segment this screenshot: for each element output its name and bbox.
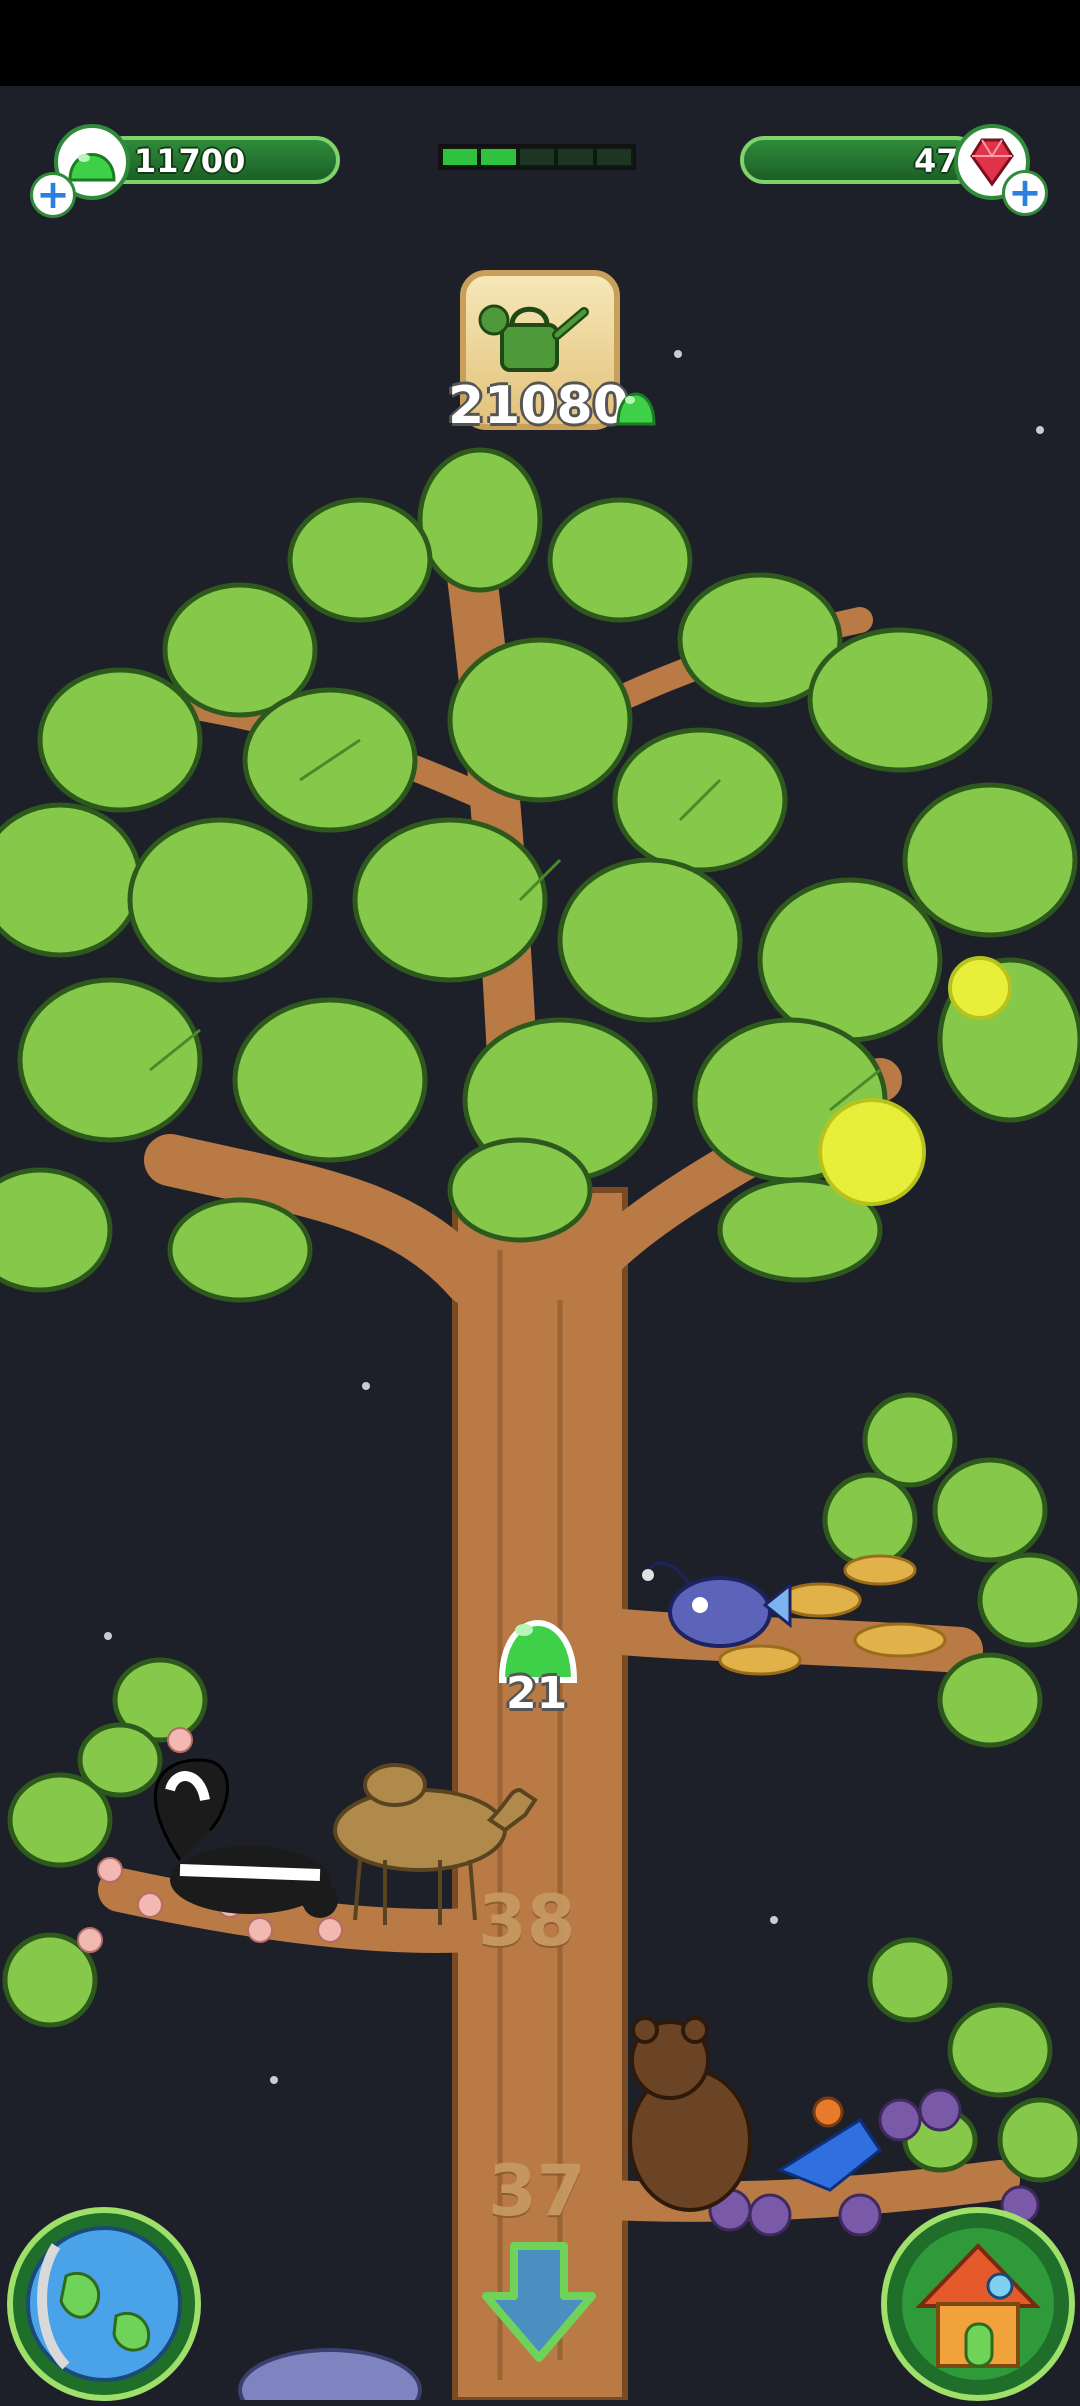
skunk-creature xyxy=(153,1758,338,1918)
house-icon xyxy=(881,2207,1075,2401)
water-tree-button[interactable]: 21080 xyxy=(440,180,660,460)
progress-segment xyxy=(481,149,516,165)
branch-level-number: 38 xyxy=(478,1880,576,1962)
globe-icon xyxy=(7,2207,201,2401)
progress-segment xyxy=(596,149,632,165)
jelly-balance-value: 11700 xyxy=(134,142,246,180)
jelly-collectible-value: 21 xyxy=(506,1668,568,1719)
jelly-collectible[interactable]: 21 xyxy=(488,1596,588,1726)
world-map-button[interactable] xyxy=(6,2206,202,2402)
gem-balance-panel[interactable]: 47 + xyxy=(730,122,1050,218)
rhino-creature xyxy=(238,2348,422,2400)
progress-segment xyxy=(519,149,555,165)
jelly-balance-panel[interactable]: 11700 + xyxy=(30,122,350,218)
home-button[interactable] xyxy=(880,2206,1076,2402)
down-arrow-icon xyxy=(482,2242,596,2362)
scroll-down-button[interactable] xyxy=(474,2236,604,2366)
add-gems-button[interactable]: + xyxy=(1002,170,1048,216)
bear-creature xyxy=(628,2016,752,2212)
progress-segment xyxy=(558,149,593,165)
upgrade-progress-bar xyxy=(438,144,636,170)
watering-cost-value: 21080 xyxy=(448,376,629,436)
green-jelly-icon xyxy=(616,392,656,426)
progress-segment xyxy=(443,149,478,165)
plus-icon: + xyxy=(1008,170,1042,216)
branch-level-number: 37 xyxy=(488,2150,586,2232)
plus-icon: + xyxy=(36,172,70,218)
watering-can-icon xyxy=(478,304,589,372)
add-jelly-button[interactable]: + xyxy=(30,172,76,218)
